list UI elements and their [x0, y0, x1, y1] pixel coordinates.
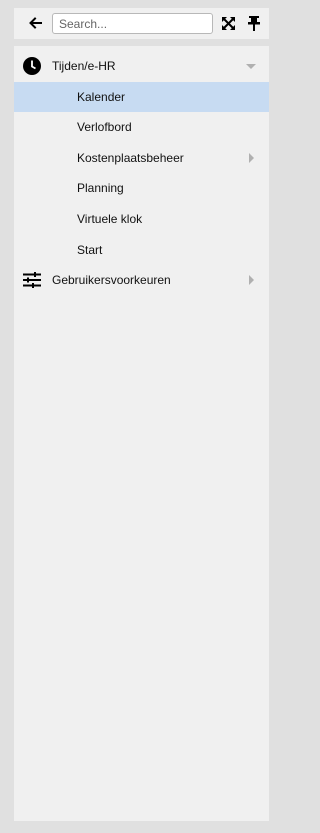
menu-group-label: Tijden/e-HR	[52, 59, 116, 73]
menu-group-gebruikersvoorkeuren[interactable]: Gebruikersvoorkeuren	[14, 265, 269, 295]
back-button[interactable]	[24, 12, 46, 34]
menu-item-label: Planning	[77, 181, 124, 195]
menu-item-label: Kostenplaatsbeheer	[77, 151, 184, 165]
menu-item-start[interactable]: Start	[14, 235, 269, 265]
chevron-right-icon	[249, 153, 254, 163]
arrow-left-icon	[29, 17, 42, 29]
menu-item-label: Start	[77, 243, 103, 257]
clock-icon	[22, 56, 42, 76]
menu-item-label: Kalender	[77, 90, 126, 104]
toolbar	[14, 8, 269, 39]
menu-group-tijden[interactable]: Tijden/e-HR	[14, 51, 269, 81]
menu-item-kalender[interactable]: Kalender	[14, 82, 269, 112]
expand-arrows-icon	[221, 16, 235, 30]
menu-group-label: Gebruikersvoorkeuren	[52, 273, 171, 287]
sliders-icon	[22, 270, 42, 290]
menu-item-verlofbord[interactable]: Verlofbord	[14, 112, 269, 142]
menu-item-label: Verlofbord	[77, 120, 132, 134]
pin-button[interactable]	[246, 13, 262, 33]
menu-item-label: Virtuele klok	[77, 212, 143, 226]
navigation-menu: Tijden/e-HR Kalender Verlofbord Kostenpl…	[14, 46, 269, 821]
chevron-right-icon	[249, 275, 254, 285]
chevron-down-icon	[246, 64, 256, 69]
pin-icon	[248, 15, 260, 31]
search-input[interactable]	[52, 13, 213, 34]
menu-item-planning[interactable]: Planning	[14, 173, 269, 203]
menu-item-kostenplaatsbeheer[interactable]: Kostenplaatsbeheer	[14, 143, 269, 173]
expand-button[interactable]	[220, 14, 236, 32]
menu-item-virtuele-klok[interactable]: Virtuele klok	[14, 204, 269, 234]
